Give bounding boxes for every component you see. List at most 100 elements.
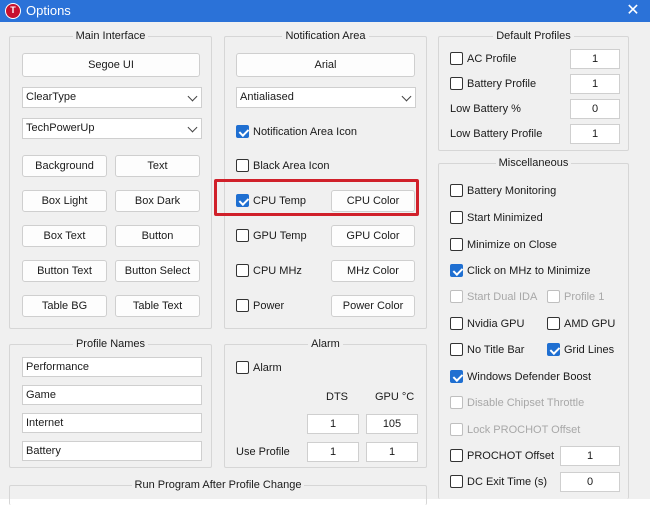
checkbox-icon: [450, 475, 463, 488]
cpu-mhz-label: CPU MHz: [253, 265, 302, 277]
checkbox-icon: [450, 238, 463, 251]
profile-name-input-1[interactable]: Performance: [22, 357, 202, 377]
checkbox-icon: [236, 159, 249, 172]
box-light-color-button[interactable]: Box Light: [22, 190, 107, 212]
main-interface-title: Main Interface: [72, 30, 149, 42]
throttlestop-app-icon: T: [5, 3, 21, 19]
checkbox-icon: [450, 290, 463, 303]
checkbox-icon: [236, 361, 249, 374]
miscellaneous-title: Miscellaneous: [495, 157, 572, 169]
prochot-offset-label: PROCHOT Offset: [467, 450, 555, 462]
cpu-temp-highlight-frame: [214, 179, 419, 216]
notification-area-title: Notification Area: [282, 30, 369, 42]
options-client-area: Main Interface Segoe UI ClearType TechPo…: [0, 22, 650, 505]
notification-font-button[interactable]: Arial: [236, 53, 415, 77]
profile-name-input-2[interactable]: Game: [22, 385, 202, 405]
start-minimized-label: Start Minimized: [467, 212, 543, 224]
checkbox-icon: [450, 77, 463, 90]
power-label: Power: [253, 300, 285, 312]
minimize-on-close-label: Minimize on Close: [467, 239, 557, 251]
profile-1-label: Profile 1: [564, 291, 605, 303]
battery-profile-input[interactable]: 1: [570, 74, 620, 94]
antialias-select[interactable]: Antialiased: [236, 87, 416, 108]
ac-profile-input[interactable]: 1: [570, 49, 620, 69]
checkbox-checked-icon: [547, 343, 560, 356]
click-mhz-minimize-label: Click on MHz to Minimize: [467, 265, 591, 277]
gpu-temp-label: GPU Temp: [253, 230, 307, 242]
button-color-button[interactable]: Button: [115, 225, 200, 247]
mhz-color-button[interactable]: MHz Color: [331, 260, 415, 282]
checkbox-checked-icon: [450, 370, 463, 383]
alarm-group: Alarm Alarm DTS GPU °C 1 105 Use Profile…: [224, 338, 427, 468]
checkbox-icon: [450, 396, 463, 409]
text-color-button[interactable]: Text: [115, 155, 200, 177]
table-bg-color-button[interactable]: Table BG: [22, 295, 107, 317]
gpu-column-label: GPU °C: [375, 391, 415, 403]
checkbox-icon: [450, 211, 463, 224]
text-rendering-value: ClearType: [26, 91, 77, 103]
alarm-gpu-input[interactable]: 105: [366, 414, 418, 434]
close-icon[interactable]: ✕: [616, 0, 650, 22]
table-text-color-button[interactable]: Table Text: [115, 295, 200, 317]
button-select-color-button[interactable]: Button Select: [115, 260, 200, 282]
profile-names-title: Profile Names: [72, 338, 149, 350]
skin-select[interactable]: TechPowerUp: [22, 118, 202, 139]
checkbox-icon: [450, 52, 463, 65]
ac-profile-label: AC Profile: [467, 53, 517, 65]
nvidia-gpu-label: Nvidia GPU: [467, 318, 525, 330]
low-battery-pct-input[interactable]: 0: [570, 99, 620, 119]
checkbox-icon: [236, 299, 249, 312]
prochot-offset-input[interactable]: 1: [560, 446, 620, 466]
notification-area-icon-label: Notification Area Icon: [253, 126, 357, 138]
main-font-button[interactable]: Segoe UI: [22, 53, 200, 77]
profile-name-input-3[interactable]: Internet: [22, 413, 202, 433]
chevron-down-icon: [187, 122, 198, 133]
alarm-title: Alarm: [308, 338, 343, 350]
box-text-color-button[interactable]: Box Text: [22, 225, 107, 247]
main-interface-group: Main Interface Segoe UI ClearType TechPo…: [9, 30, 212, 329]
checkbox-icon: [547, 290, 560, 303]
power-color-button[interactable]: Power Color: [331, 295, 415, 317]
checkbox-icon: [236, 229, 249, 242]
checkbox-icon: [450, 449, 463, 462]
text-rendering-select[interactable]: ClearType: [22, 87, 202, 108]
background-color-button[interactable]: Background: [22, 155, 107, 177]
default-profiles-title: Default Profiles: [493, 30, 574, 42]
disable-chipset-throttle-label: Disable Chipset Throttle: [467, 397, 585, 409]
skin-value: TechPowerUp: [26, 122, 95, 134]
gpu-color-button[interactable]: GPU Color: [331, 225, 415, 247]
low-battery-pct-label: Low Battery %: [450, 103, 521, 115]
checkbox-checked-icon: [236, 125, 249, 138]
window-title: Options: [26, 3, 71, 18]
run-program-title: Run Program After Profile Change: [131, 479, 305, 491]
use-profile-dts-input[interactable]: 1: [307, 442, 359, 462]
use-profile-label: Use Profile: [236, 446, 290, 458]
battery-profile-label: Battery Profile: [467, 78, 537, 90]
dc-exit-time-input[interactable]: 0: [560, 472, 620, 492]
checkbox-icon: [450, 184, 463, 197]
use-profile-gpu-input[interactable]: 1: [366, 442, 418, 462]
chevron-down-icon: [401, 91, 412, 102]
button-text-color-button[interactable]: Button Text: [22, 260, 107, 282]
black-area-icon-label: Black Area Icon: [253, 160, 330, 172]
dc-exit-time-label: DC Exit Time (s): [467, 476, 548, 488]
start-dual-ida-label: Start Dual IDA: [467, 291, 538, 303]
alarm-dts-input[interactable]: 1: [307, 414, 359, 434]
default-profiles-group: Default Profiles AC Profile 1 Battery Pr…: [438, 30, 629, 151]
antialias-value: Antialiased: [240, 91, 294, 103]
alarm-label: Alarm: [253, 362, 282, 374]
defender-boost-label: Windows Defender Boost: [467, 371, 592, 383]
amd-gpu-label: AMD GPU: [564, 318, 616, 330]
grid-lines-label: Grid Lines: [564, 344, 615, 356]
chevron-down-icon: [187, 91, 198, 102]
box-dark-color-button[interactable]: Box Dark: [115, 190, 200, 212]
low-battery-profile-input[interactable]: 1: [570, 124, 620, 144]
checkbox-icon: [450, 343, 463, 356]
title-bar: T Options ✕: [0, 0, 650, 22]
no-title-bar-label: No Title Bar: [467, 344, 525, 356]
checkbox-checked-icon: [450, 264, 463, 277]
lock-prochot-label: Lock PROCHOT Offset: [467, 424, 581, 436]
checkbox-icon: [547, 317, 560, 330]
checkbox-icon: [450, 423, 463, 436]
profile-name-input-4[interactable]: Battery: [22, 441, 202, 461]
